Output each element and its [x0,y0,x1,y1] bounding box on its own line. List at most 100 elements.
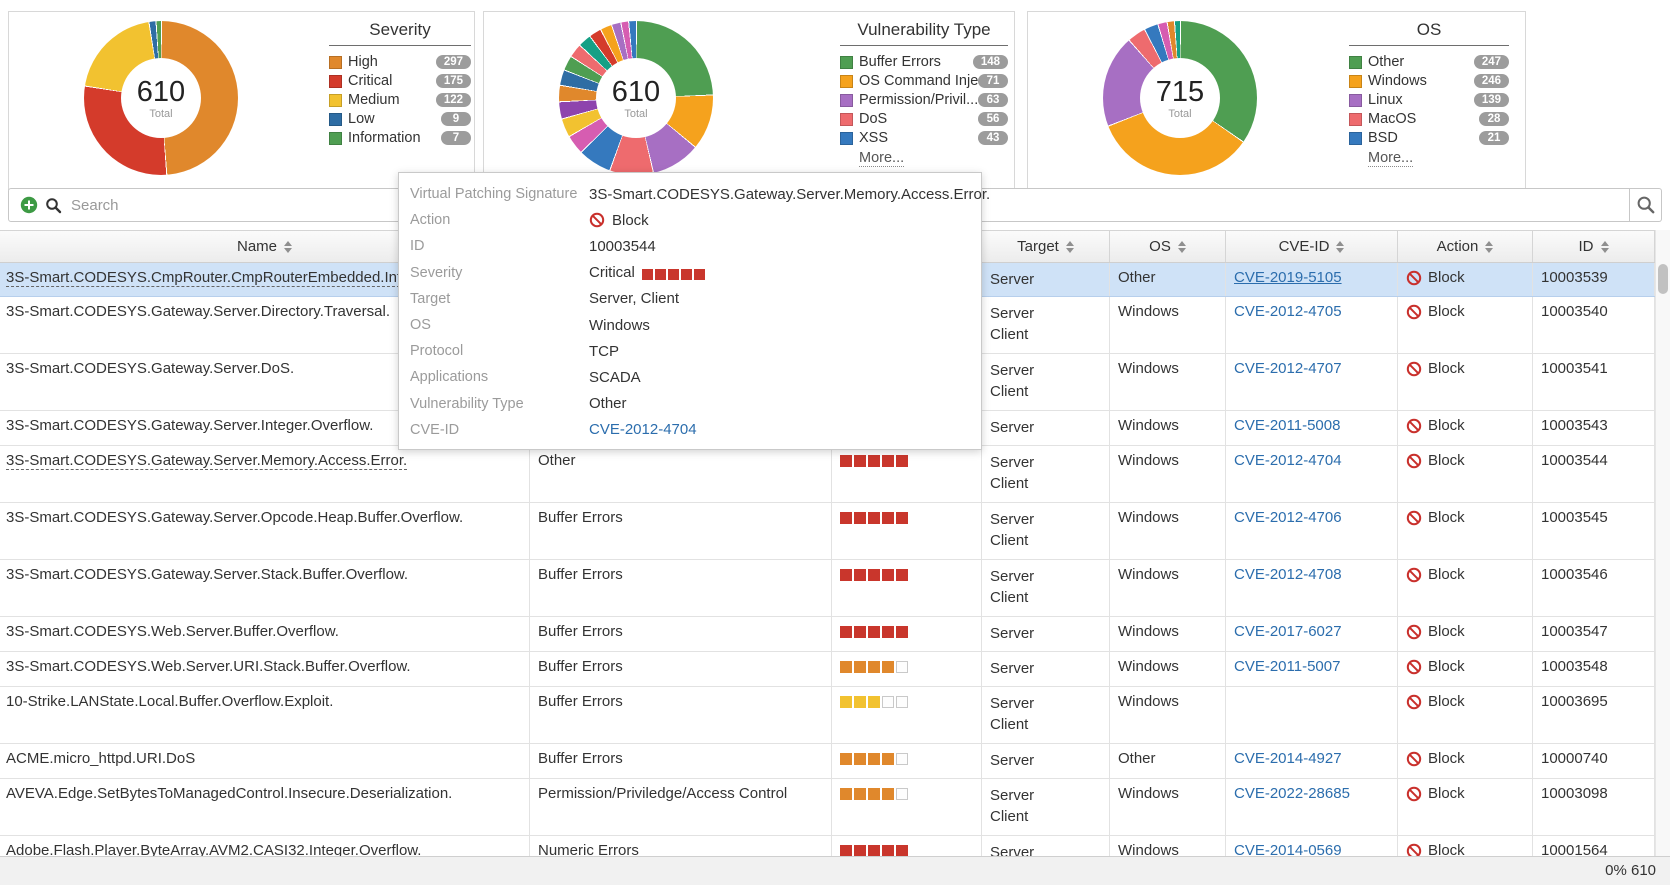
cve-link[interactable]: CVE-2019-5105 [1234,269,1342,286]
cve-link[interactable]: CVE-2012-4708 [1234,566,1342,583]
legend-item[interactable]: DoS56 [840,110,1008,128]
legend-item[interactable]: XSS43 [840,129,1008,147]
cve-link[interactable]: CVE-2022-28685 [1234,785,1350,802]
cve-link[interactable]: CVE-2014-4927 [1234,750,1342,767]
column-header-target[interactable]: Target [982,231,1110,262]
severity-square [854,455,866,467]
target-line: Server [990,658,1101,679]
legend-item[interactable]: High297 [329,53,471,71]
severity-square [681,269,692,280]
table-row[interactable]: 3S-Smart.CODESYS.Gateway.Server.Opcode.H… [0,503,1655,560]
legend-more-link[interactable]: More... [1368,150,1413,167]
cve-link[interactable]: CVE-2012-4706 [1234,509,1342,526]
legend-count-badge: 56 [978,112,1008,126]
target-line: Server [990,566,1101,587]
signature-name[interactable]: 3S-Smart.CODESYS.Gateway.Server.Stack.Bu… [6,566,408,583]
vulnerability-type-chart-panel: 610 Total Vulnerability Type Buffer Erro… [483,11,1015,190]
search-submit-button[interactable] [1630,188,1662,222]
vertical-scrollbar[interactable] [1655,230,1670,856]
table-row[interactable]: 3S-Smart.CODESYS.Web.Server.URI.Stack.Bu… [0,652,1655,687]
cve-id-cell: CVE-2012-4704 [1226,446,1398,502]
block-icon [1406,567,1422,583]
table-row[interactable]: ACME.micro_httpd.URI.DoSBuffer ErrorsSer… [0,744,1655,779]
signature-name[interactable]: 10-Strike.LANState.Local.Buffer.Overflow… [6,693,333,710]
legend-item[interactable]: Medium122 [329,91,471,109]
signature-name[interactable]: 3S-Smart.CODESYS.CmpRouter.CmpRouterEmbe… [6,269,410,287]
table-row[interactable]: 3S-Smart.CODESYS.Web.Server.Buffer.Overf… [0,617,1655,652]
legend-item[interactable]: Other247 [1349,53,1509,71]
signature-name[interactable]: AVEVA.Edge.SetBytesToManagedControl.Inse… [6,785,452,802]
legend-item[interactable]: Low9 [329,110,471,128]
tooltip-field-label: ID [399,238,589,254]
legend-item[interactable]: Information7 [329,129,471,147]
legend-item[interactable]: Critical175 [329,72,471,90]
add-filter-button[interactable] [20,196,38,214]
signature-name[interactable]: 3S-Smart.CODESYS.Gateway.Server.DoS. [6,360,294,377]
search-icon [45,197,62,214]
table-row[interactable]: 3S-Smart.CODESYS.Gateway.Server.Memory.A… [0,446,1655,503]
tooltip-field-label: Protocol [399,343,589,359]
virtual-patching-signatures-page: 610 Total Severity High297Critical175Med… [0,0,1670,885]
action-cell-wrap: Block [1398,354,1533,410]
tooltip-field-row: ActionBlock [399,207,981,233]
cve-link[interactable]: CVE-2017-6027 [1234,623,1342,640]
table-row[interactable]: 10-Strike.LANState.Local.Buffer.Overflow… [0,687,1655,744]
signature-name[interactable]: 3S-Smart.CODESYS.Gateway.Server.Director… [6,303,390,320]
legend-title: OS [1349,20,1509,46]
sort-arrows-icon [1066,241,1074,253]
sort-arrows-icon [1485,241,1493,253]
table-row[interactable]: Adobe.Flash.Player.ByteArray.AVM2.CASI32… [0,836,1655,856]
legend-item[interactable]: OS Command Inje...71 [840,72,1008,90]
os-donut-chart[interactable]: 715 Total [1103,21,1257,175]
os-cell: Windows [1110,779,1226,835]
block-icon [1406,270,1422,286]
severity-cell [832,446,982,502]
signature-name[interactable]: Adobe.Flash.Player.ByteArray.AVM2.CASI32… [6,842,421,856]
signature-name[interactable]: 3S-Smart.CODESYS.Gateway.Server.Memory.A… [6,452,407,470]
column-header-os[interactable]: OS [1110,231,1226,262]
tooltip-field-label: Vulnerability Type [399,396,589,412]
cve-link[interactable]: CVE-2012-4704 [1234,452,1342,469]
cve-link[interactable]: CVE-2012-4705 [1234,303,1342,320]
cve-link[interactable]: CVE-2014-0569 [1234,842,1342,856]
table-row[interactable]: AVEVA.Edge.SetBytesToManagedControl.Inse… [0,779,1655,836]
cve-link[interactable]: CVE-2011-5008 [1234,417,1340,434]
signature-name[interactable]: ACME.micro_httpd.URI.DoS [6,750,195,767]
tooltip-cve-link[interactable]: CVE-2012-4704 [589,421,697,438]
legend-title: Vulnerability Type [840,20,1008,46]
vulnerability-type-cell: Permission/Priviledge/Access Control [530,779,832,835]
legend-item[interactable]: BSD21 [1349,129,1509,147]
id-cell: 10003544 [1533,446,1655,502]
action-value: Block [1406,623,1524,640]
table-row[interactable]: 3S-Smart.CODESYS.Gateway.Server.Stack.Bu… [0,560,1655,617]
severity-bar [840,753,973,765]
target-cell: ServerClient [982,446,1110,502]
tooltip-field-value: Windows [589,317,650,334]
signature-name[interactable]: 3S-Smart.CODESYS.Web.Server.URI.Stack.Bu… [6,658,411,675]
donut-center: 610 Total [121,58,201,138]
legend-item[interactable]: MacOS28 [1349,110,1509,128]
donut-total: 610 [612,77,660,107]
severity-square [896,696,908,708]
legend-item[interactable]: Buffer Errors148 [840,53,1008,71]
column-header-action[interactable]: Action [1398,231,1533,262]
legend-item[interactable]: Linux139 [1349,91,1509,109]
signature-name[interactable]: 3S-Smart.CODESYS.Gateway.Server.Integer.… [6,417,373,434]
legend-items: Other247Windows246Linux139MacOS28BSD21 [1349,53,1509,147]
tooltip-action-label: Block [612,212,649,229]
severity-donut-chart[interactable]: 610 Total [84,21,238,175]
vulnerability-type-donut-chart[interactable]: 610 Total [559,21,713,175]
legend-more-link[interactable]: More... [859,150,904,167]
legend-item[interactable]: Windows246 [1349,72,1509,90]
column-header-id[interactable]: ID [1533,231,1655,262]
column-header-label: Name [237,238,277,255]
legend-item[interactable]: Permission/Privil...63 [840,91,1008,109]
cve-link[interactable]: CVE-2011-5007 [1234,658,1340,675]
cve-id-cell: CVE-2012-4708 [1226,560,1398,616]
signature-name[interactable]: 3S-Smart.CODESYS.Web.Server.Buffer.Overf… [6,623,339,640]
severity-square [840,569,852,581]
signature-name[interactable]: 3S-Smart.CODESYS.Gateway.Server.Opcode.H… [6,509,463,526]
cve-link[interactable]: CVE-2012-4707 [1234,360,1342,377]
scrollbar-thumb[interactable] [1658,264,1668,294]
column-header-cve-id[interactable]: CVE-ID [1226,231,1398,262]
